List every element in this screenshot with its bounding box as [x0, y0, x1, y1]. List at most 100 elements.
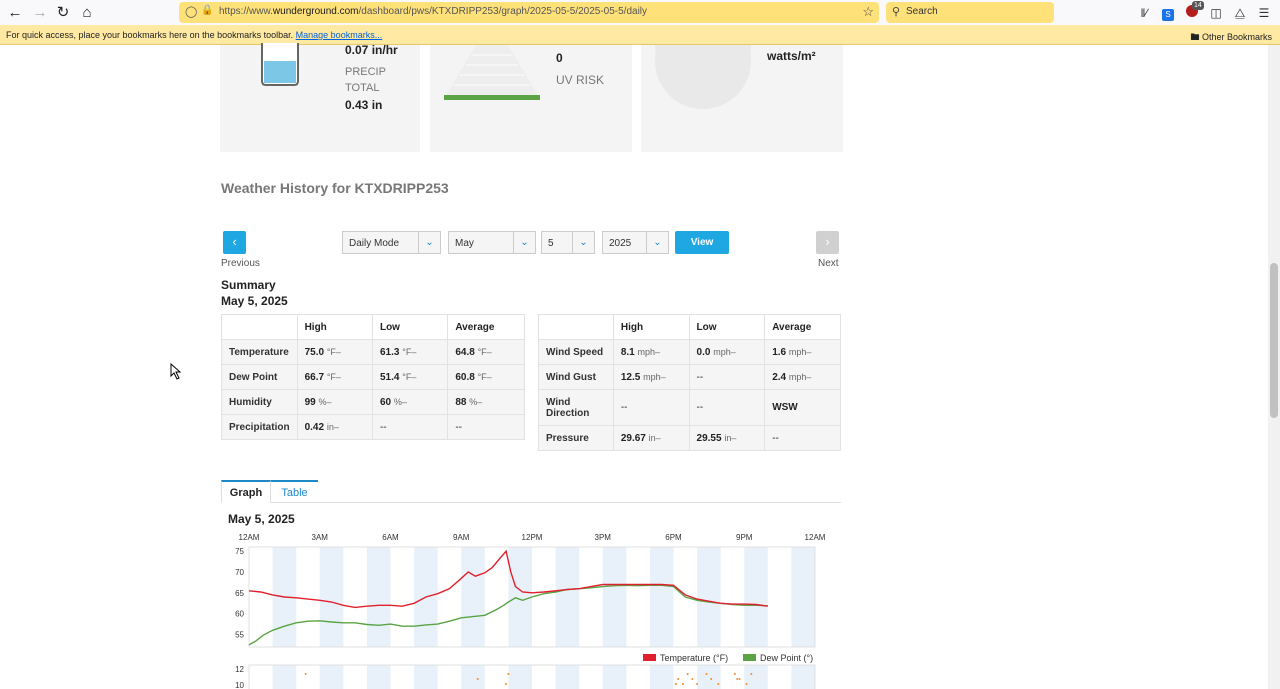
table-row: Wind Direction -- -- WSW — [538, 389, 841, 426]
previous-button[interactable]: ‹ — [223, 231, 246, 254]
chart-band — [414, 665, 438, 689]
precip-point — [674, 683, 677, 685]
year-select[interactable]: 2025 ⌄ — [602, 231, 669, 254]
next-button[interactable]: › — [816, 231, 839, 254]
url-bar[interactable]: ◯ 🔒 https://www.wunderground.com/dashboa… — [179, 2, 879, 23]
bookmark-star-icon[interactable]: ☆ — [862, 4, 874, 20]
summary-table-left: High Low Average Temperature 75.0 °F– 61.3… — [221, 314, 525, 440]
home-icon[interactable]: ⌂ — [77, 3, 97, 23]
search-icon: ⚲ — [892, 6, 901, 18]
uv-card: 0 UV RISK — [430, 45, 632, 152]
chevron-down-icon: ⌄ — [513, 232, 535, 253]
chart-band — [791, 665, 815, 689]
precip-point — [304, 673, 307, 675]
average-value: WSW — [764, 389, 841, 426]
solar-card: watts/m² — [641, 45, 843, 152]
reload-icon[interactable]: ↻ — [53, 3, 73, 23]
x-tick-label: 12AM — [239, 533, 260, 542]
chart-band — [555, 665, 580, 689]
back-icon[interactable]: ← — [5, 3, 25, 23]
bookmarks-toolbar: For quick access, place your bookmarks h… — [0, 25, 1280, 45]
row-label: Wind Speed — [538, 339, 614, 365]
high-value: 0.42 in– — [296, 414, 373, 440]
library-icon[interactable]: ‖∕ — [1135, 4, 1153, 22]
high-value: 29.67 in– — [612, 425, 690, 451]
precip-point — [717, 683, 720, 685]
high-value: -- — [612, 389, 690, 426]
average-value: 64.8 °F– — [447, 339, 525, 365]
average-value: 2.4 mph– — [764, 364, 841, 390]
menu-icon[interactable]: ☰ — [1255, 4, 1273, 22]
browser-toolbar: ← → ↻ ⌂ ◯ 🔒 https://www.wunderground.com… — [0, 0, 1280, 25]
url-text: https://www.wunderground.com/dashboard/p… — [219, 6, 648, 17]
precip-card: 0.07 in/hr PRECIP TOTAL 0.43 in — [220, 43, 420, 152]
low-value: 29.55 in– — [688, 425, 766, 451]
y-tick-label: 10 — [235, 681, 244, 689]
precip-label-1: PRECIP — [345, 66, 386, 78]
precip-point — [476, 678, 479, 680]
forward-icon[interactable]: → — [30, 3, 50, 23]
summary-date: May 5, 2025 — [221, 294, 288, 308]
day-select[interactable]: 5 ⌄ — [541, 231, 595, 254]
chart-band — [508, 665, 532, 689]
x-tick-label: 9PM — [736, 533, 753, 542]
month-select[interactable]: May ⌄ — [448, 231, 536, 254]
solar-gauge-icon — [655, 45, 751, 109]
search-bar[interactable]: ⚲ Search — [886, 2, 1054, 23]
ublock-icon[interactable]: 14 — [1183, 1, 1204, 22]
legend-swatch-dew-point — [743, 654, 756, 661]
search-placeholder: Search — [906, 6, 938, 17]
chart-band — [555, 547, 580, 647]
uv-value: 0 — [556, 51, 563, 65]
high-value: 66.7 °F– — [296, 364, 373, 390]
table-row: Wind Speed 8.1 mph– 0.0 mph– 1.6 mph– — [538, 339, 841, 365]
header-low: Low — [688, 314, 766, 340]
precip-point — [738, 678, 741, 680]
precip-point — [745, 683, 748, 685]
precip-point — [505, 683, 508, 685]
low-value: 51.4 °F– — [371, 364, 449, 390]
low-value: -- — [371, 414, 449, 440]
y-tick-label: 60 — [235, 610, 244, 619]
chart-band — [649, 547, 674, 647]
page-scrollbar[interactable] — [1268, 45, 1280, 689]
y-tick-label: 75 — [235, 547, 244, 556]
sidebar-icon[interactable]: ◫ — [1207, 4, 1225, 22]
table-row: Wind Gust 12.5 mph– -- 2.4 mph– — [538, 364, 841, 390]
view-button[interactable]: View — [675, 231, 729, 254]
header-high: High — [612, 314, 690, 340]
summary-title: Summary May 5, 2025 — [221, 278, 288, 308]
precip-point — [705, 673, 708, 675]
precip-point — [750, 673, 753, 675]
precip-total: 0.43 in — [345, 98, 383, 112]
x-tick-label: 6AM — [382, 533, 399, 542]
chevron-left-icon: ‹ — [232, 234, 237, 249]
chart-band — [602, 665, 627, 689]
extensions-puzzle-icon[interactable]: ⧋ — [1231, 4, 1249, 22]
mode-select[interactable]: Daily Mode ⌄ — [342, 231, 441, 254]
rain-gauge-icon — [261, 43, 299, 86]
header-average: Average — [447, 314, 525, 340]
y-tick-label: 70 — [235, 568, 244, 577]
scrollbar-thumb[interactable] — [1270, 263, 1278, 418]
precip-point — [696, 683, 699, 685]
uv-pyramid-icon — [444, 45, 540, 100]
extension-icon[interactable]: S — [1159, 4, 1177, 22]
x-tick-label: 12PM — [522, 533, 543, 542]
manage-bookmarks-link[interactable]: Manage bookmarks... — [296, 30, 383, 40]
average-value: 88 %– — [447, 389, 525, 415]
other-bookmarks[interactable]: 🖿 Other Bookmarks — [1190, 30, 1272, 46]
tab-table[interactable]: Table — [271, 480, 318, 503]
table-row: Dew Point 66.7 °F– 51.4 °F– 60.8 °F– — [221, 364, 525, 390]
chart-band — [791, 547, 815, 647]
precip-point — [710, 678, 713, 680]
summary-table-right: High Low Average Wind Speed 8.1 mph– 0.0 m… — [538, 314, 841, 451]
average-value: 60.8 °F– — [447, 364, 525, 390]
solar-unit: watts/m² — [767, 49, 816, 63]
x-tick-label: 12AM — [805, 533, 826, 542]
tab-graph[interactable]: Graph — [221, 480, 271, 503]
average-value: -- — [447, 414, 525, 440]
y-tick-label: 55 — [235, 631, 244, 640]
chart-band — [602, 547, 627, 647]
low-value: 61.3 °F– — [371, 339, 449, 365]
